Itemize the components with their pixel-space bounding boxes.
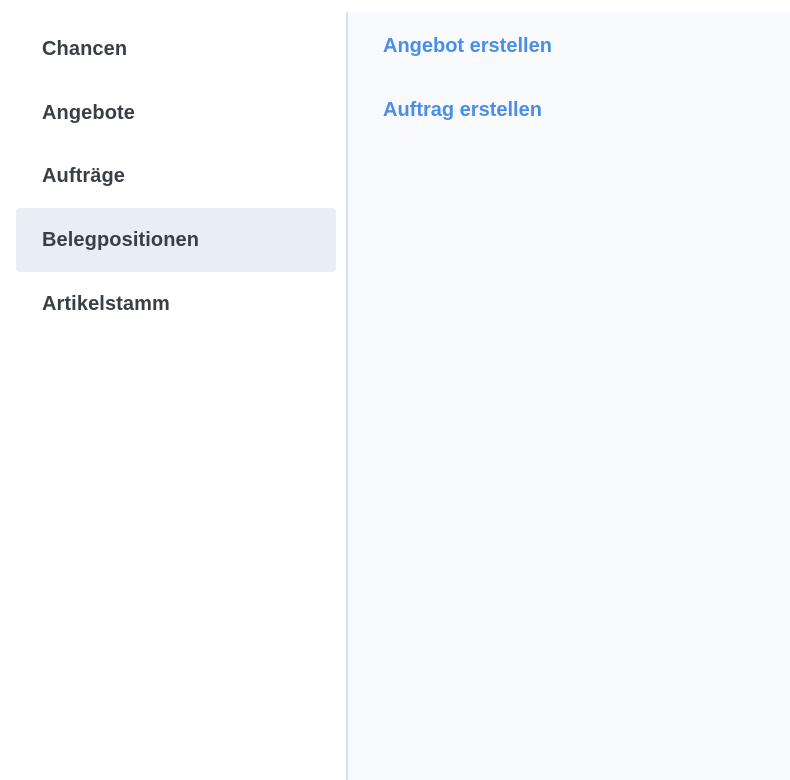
sidebar-item-belegpositionen[interactable]: Belegpositionen: [16, 208, 336, 272]
create-offer-link[interactable]: Angebot erstellen: [383, 35, 552, 58]
sidebar-item-label: Angebote: [42, 101, 136, 124]
sidebar-item-artikelstamm[interactable]: Artikelstamm: [16, 272, 336, 336]
create-order-link[interactable]: Auftrag erstellen: [383, 99, 542, 122]
sidebar-item-label: Artikelstamm: [42, 292, 170, 315]
sidebar-nav: Chancen Angebote Aufträge Belegpositione…: [0, 12, 346, 780]
page: Chancen Angebote Aufträge Belegpositione…: [0, 0, 790, 780]
sidebar-item-angebote[interactable]: Angebote: [16, 81, 336, 145]
main-panel: Angebot erstellen Auftrag erstellen: [348, 12, 790, 780]
sidebar-item-label: Aufträge: [42, 164, 126, 187]
sidebar-item-auftraege[interactable]: Aufträge: [16, 144, 336, 208]
sidebar-item-label: Belegpositionen: [42, 228, 200, 251]
sidebar-item-chancen[interactable]: Chancen: [16, 17, 336, 81]
sidebar-item-label: Chancen: [42, 37, 128, 60]
